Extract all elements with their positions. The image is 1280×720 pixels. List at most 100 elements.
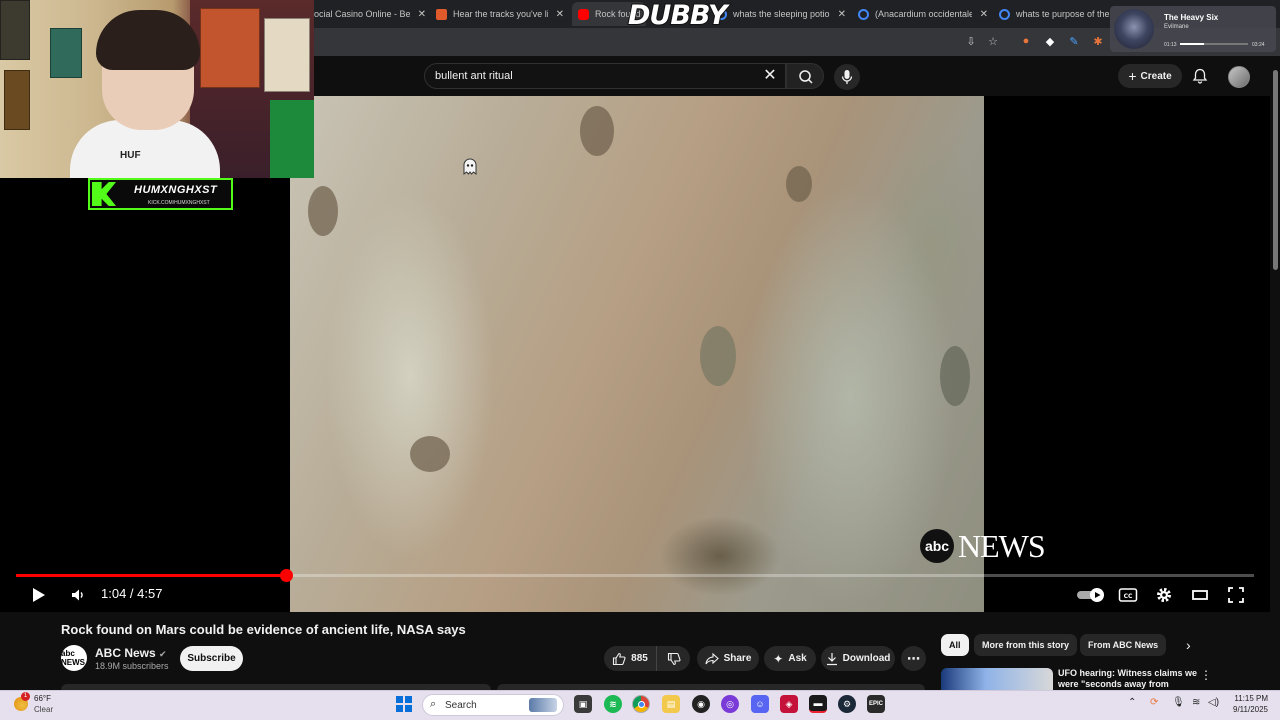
browser-tab[interactable]: (Anacardium occidentale ✕ [858, 2, 988, 26]
wall-poster [200, 8, 260, 88]
volume-tray-icon[interactable]: ◁) [1208, 697, 1219, 708]
spotify-icon[interactable]: ≋ [604, 695, 622, 713]
extension-icon[interactable]: ● [1019, 34, 1033, 48]
like-button[interactable]: 885 [604, 646, 656, 671]
chevron-right-icon[interactable]: › [1186, 637, 1191, 653]
scrubber-handle[interactable] [279, 569, 293, 582]
riot-client-icon[interactable]: ◈ [780, 695, 798, 713]
rock-texture [308, 186, 338, 236]
clear-search-icon[interactable]: ✕ [760, 66, 780, 86]
taskbar-search[interactable]: ⌕ Search [422, 694, 564, 716]
dislike-button[interactable] [656, 646, 690, 671]
close-icon[interactable]: ✕ [418, 9, 426, 20]
chip-from-abc-news[interactable]: From ABC News [1080, 634, 1167, 656]
microphone-icon [841, 70, 853, 84]
video-frame[interactable] [290, 96, 984, 612]
chevron-up-icon[interactable]: ⌃ [1128, 697, 1136, 708]
browser-tab[interactable]: whats te purpose of the b [999, 2, 1109, 26]
song-progress-bar [1180, 43, 1248, 45]
windows-start-icon[interactable] [396, 696, 412, 712]
tab-label: whats te purpose of the b [1016, 9, 1109, 19]
extension-icon[interactable]: ◆ [1043, 34, 1057, 48]
kick-channel-badge: HUMXNGHXST KICK.COM/HUMXNGHXST [88, 178, 233, 210]
song-duration: 03:24 [1252, 42, 1265, 48]
browser-tab[interactable]: Hear the tracks you've lik ✕ [436, 2, 564, 26]
settings-button[interactable] [1154, 585, 1174, 605]
obs-icon[interactable]: ◎ [721, 695, 739, 713]
recommendation-thumbnail[interactable] [941, 668, 1053, 690]
album-art [1114, 9, 1154, 49]
clock-time[interactable]: 11:15 PM [1226, 694, 1268, 703]
autoplay-toggle[interactable] [1076, 585, 1106, 605]
search-icon [799, 70, 813, 84]
more-actions-button[interactable]: ⋯ [901, 646, 926, 671]
share-label: Share [723, 653, 752, 664]
song-title: The Heavy Six [1164, 13, 1219, 22]
wall-poster [50, 28, 82, 78]
download-label: Download [842, 653, 891, 664]
wall-poster [264, 18, 310, 92]
browser-tab[interactable]: whats the sleeping potion ✕ [716, 2, 846, 26]
github-desktop-icon[interactable]: ◉ [692, 695, 710, 713]
channel-name[interactable]: ABC News ✔ [95, 646, 167, 660]
captions-icon: CC [1118, 588, 1138, 602]
create-button[interactable]: + Create [1118, 64, 1182, 88]
now-playing-widget: The Heavy Six Evilmane 01:13 03:24 [1110, 6, 1276, 52]
chip-more-from-story[interactable]: More from this story [974, 634, 1078, 656]
song-elapsed: 01:13 [1164, 42, 1177, 48]
rock-texture [410, 436, 450, 472]
browser-tab[interactable]: ocial Casino Online - Be ✕ [314, 2, 426, 26]
wifi-icon[interactable]: ≋ [1192, 697, 1200, 708]
extension-icon[interactable]: ✎ [1067, 34, 1081, 48]
subscribe-button[interactable]: Subscribe [180, 646, 243, 671]
search-button[interactable] [786, 63, 824, 89]
close-icon[interactable]: ✕ [556, 9, 564, 20]
steam-icon[interactable]: ⚙ [838, 695, 856, 713]
close-icon[interactable]: ✕ [980, 9, 988, 20]
bookmark-star-icon[interactable]: ☆ [986, 34, 1000, 48]
install-app-icon[interactable]: ⇩ [964, 34, 978, 48]
download-button[interactable]: Download [821, 646, 895, 671]
recommendation-title[interactable]: UFO hearing: Witness claims we were "sec… [1058, 668, 1198, 690]
capcut-icon[interactable]: ▬ [809, 695, 827, 713]
extension-icon[interactable]: ✱ [1091, 34, 1105, 48]
close-icon[interactable]: ✕ [838, 9, 846, 20]
volume-icon [72, 589, 83, 601]
song-progress-fill [1180, 43, 1205, 45]
ask-button[interactable]: ✦ Ask [764, 646, 816, 671]
file-explorer-icon[interactable]: ▤ [662, 695, 680, 713]
fullscreen-button[interactable] [1226, 585, 1246, 605]
notifications-button[interactable] [1191, 67, 1209, 85]
captions-button[interactable]: CC [1118, 585, 1138, 605]
chip-all[interactable]: All [941, 634, 969, 656]
video-progress-played [16, 574, 286, 577]
microphone-tray-icon[interactable]: 🎙︎ [1172, 697, 1185, 708]
share-button[interactable]: Share [697, 646, 759, 671]
voice-search-button[interactable] [834, 64, 860, 90]
more-vertical-icon[interactable]: ⋮ [1200, 668, 1212, 682]
play-button[interactable] [28, 585, 48, 605]
screen: ocial Casino Online - Be ✕ Hear the trac… [0, 0, 1280, 720]
more-horizontal-icon: ⋯ [907, 650, 920, 666]
rock-texture [580, 106, 614, 156]
tray-app-icon[interactable]: ⟳ [1150, 697, 1158, 708]
discord-icon[interactable]: ☺ [751, 695, 769, 713]
clock-date[interactable]: 9/11/2025 [1222, 705, 1268, 714]
epic-games-icon[interactable]: EPIC [867, 695, 885, 713]
mute-button[interactable] [68, 585, 88, 605]
page-scrollbar[interactable] [1270, 56, 1280, 690]
search-input[interactable]: bullent ant ritual [424, 63, 786, 89]
scrollbar-thumb[interactable] [1273, 70, 1278, 270]
channel-avatar[interactable]: abc NEWS [61, 645, 87, 671]
share-icon [705, 652, 719, 664]
abc-news-watermark: abc NEWS [920, 528, 1046, 564]
theater-mode-button[interactable] [1190, 585, 1210, 605]
wall-poster [4, 70, 30, 130]
chrome-icon[interactable] [632, 695, 650, 713]
account-avatar[interactable] [1228, 66, 1250, 88]
streamer-hair [96, 10, 200, 70]
sparkle-icon: ✦ [773, 651, 784, 666]
task-view-icon[interactable]: ▣ [574, 695, 592, 713]
wall-poster [0, 0, 30, 60]
video-progress-bar[interactable] [16, 569, 1254, 582]
